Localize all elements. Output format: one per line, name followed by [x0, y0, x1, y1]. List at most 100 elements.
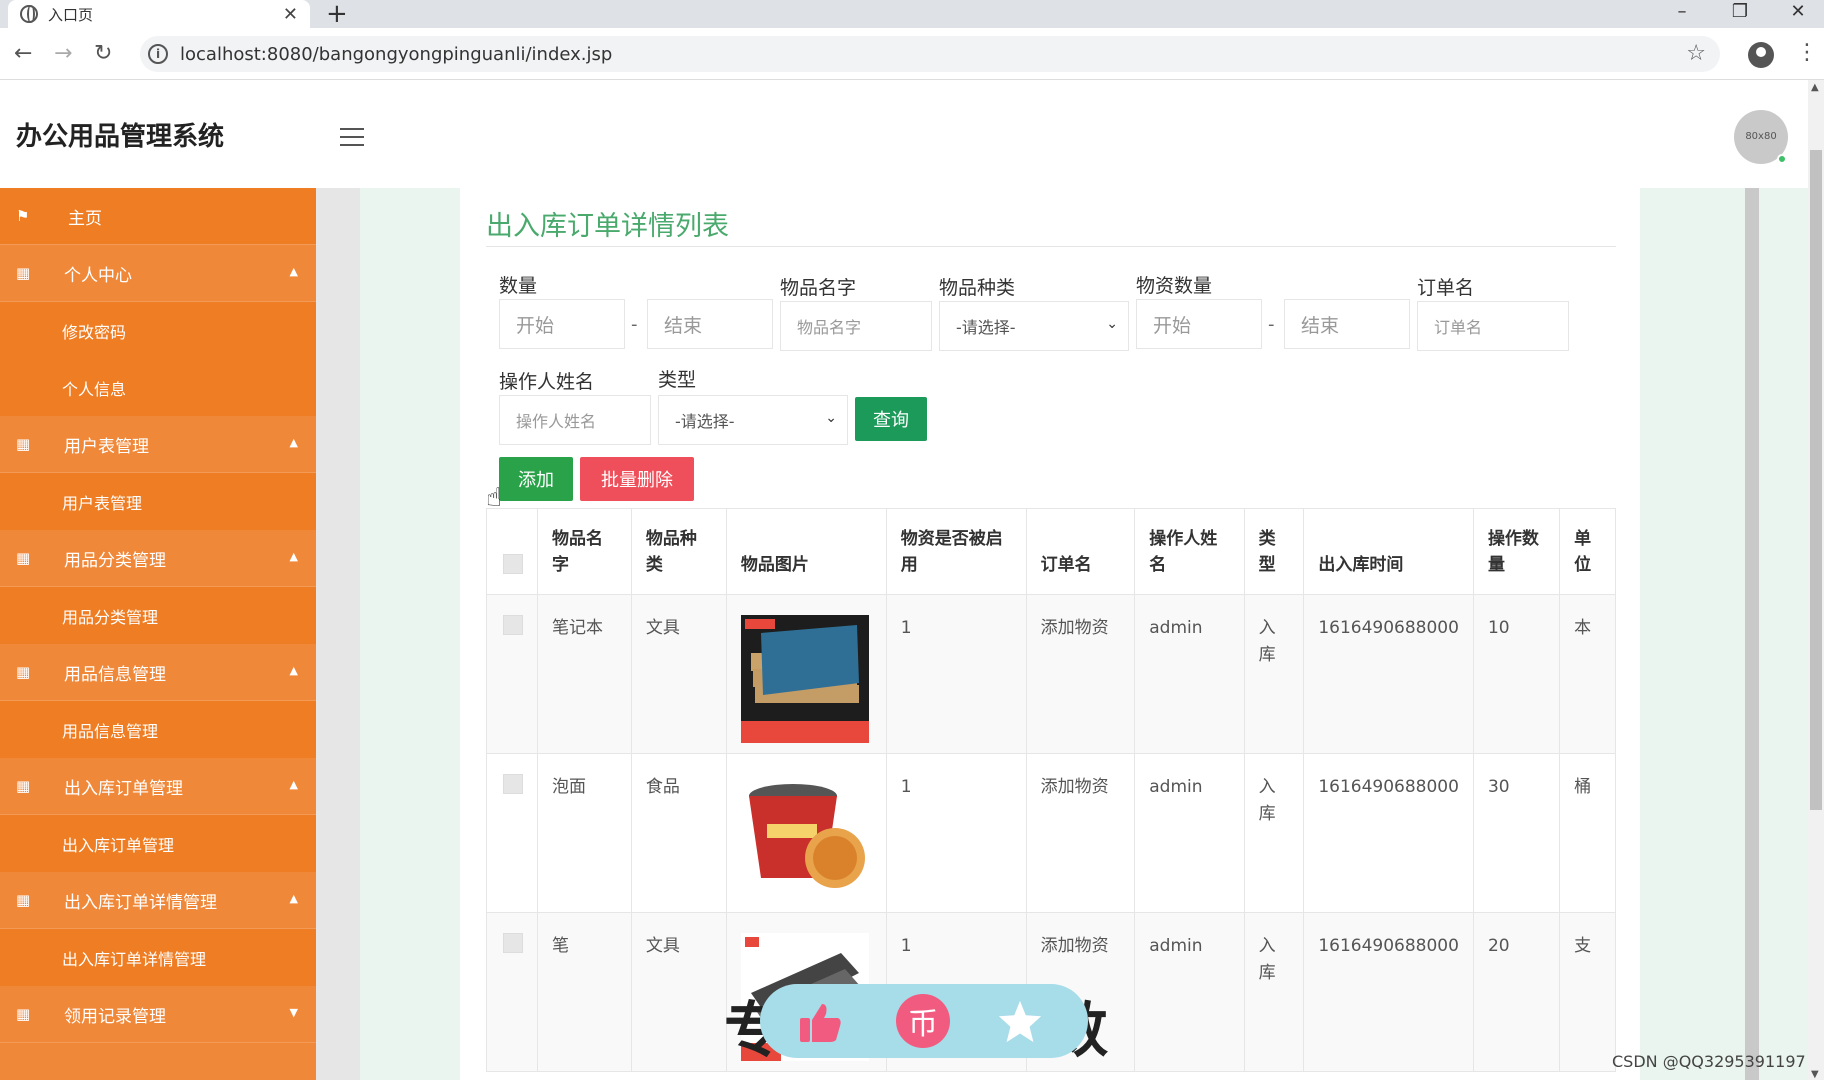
coin-icon[interactable]: 币: [896, 994, 950, 1048]
page-scrollbar[interactable]: ▲ ▼: [1808, 80, 1824, 1080]
query-button[interactable]: 查询: [855, 397, 927, 441]
inner-scrollbar[interactable]: [1745, 188, 1759, 1080]
table-row[interactable]: 笔记本 文具 1 添加物资 admin 入库 1616490688000 10 …: [486, 594, 1616, 754]
title-divider: [486, 246, 1616, 247]
tab-title: 入口页: [48, 5, 94, 24]
column-header: 操作数量: [1472, 508, 1561, 595]
window-close-icon[interactable]: ✕: [1770, 0, 1824, 28]
cell-item-name: 笔: [537, 912, 632, 1072]
type-label: 类型: [658, 369, 697, 391]
sidebar-item-category[interactable]: 用品分类管理: [0, 587, 316, 644]
select-all-cell: [486, 508, 538, 595]
globe-icon: [20, 5, 38, 23]
back-icon[interactable]: ←: [14, 41, 32, 67]
online-status-dot: [1777, 154, 1787, 164]
new-tab-plus-icon[interactable]: +: [326, 0, 348, 29]
sidebar-item-home[interactable]: ⚑ 主页: [0, 188, 316, 245]
cell-time: 1616490688000: [1303, 912, 1474, 1072]
sidebar-item-stock-order[interactable]: 出入库订单管理: [0, 815, 316, 872]
column-header: 订单名: [1025, 508, 1136, 595]
sidebar-group-usage-record[interactable]: ▦ 领用记录管理 ▼: [0, 986, 316, 1043]
sidebar-group-category[interactable]: ▦ 用品分类管理 ▲: [0, 530, 316, 587]
cell-item-name: 笔记本: [537, 594, 632, 754]
cell-category: 食品: [630, 753, 727, 913]
menu-icon[interactable]: [340, 128, 364, 152]
forward-icon[interactable]: →: [54, 41, 72, 67]
chevron-down-icon: ⌄: [1106, 316, 1118, 332]
sidebar-item-personal-info[interactable]: 个人信息: [0, 359, 316, 416]
watermark-text: CSDN @QQ3295391197: [1612, 1052, 1806, 1071]
sidebar-group-label: 个人中心: [64, 265, 132, 286]
range-dash: -: [631, 314, 638, 335]
chevron-down-icon: ⌄: [825, 410, 837, 426]
item-name-input[interactable]: 物品名字: [780, 301, 932, 351]
thumbs-up-icon[interactable]: [796, 998, 844, 1046]
sidebar-item-stock-order-detail[interactable]: 出入库订单详情管理: [0, 929, 316, 986]
star-icon[interactable]: [996, 998, 1044, 1046]
quantity-start-input[interactable]: 开始: [499, 299, 625, 349]
profile-icon[interactable]: [1748, 42, 1774, 68]
minimize-icon[interactable]: –: [1654, 0, 1710, 28]
row-select-cell: [486, 912, 538, 1072]
star-icon[interactable]: ☆: [1686, 41, 1706, 66]
cell-image: [725, 594, 887, 754]
caret-up-icon: ▲: [289, 778, 298, 791]
order-name-input[interactable]: 订单名: [1417, 301, 1569, 351]
sidebar-item-change-password[interactable]: 修改密码: [0, 302, 316, 359]
table-row[interactable]: 泡面 食品 1 添加物资 admin 入库 1616490688000 30 桶: [486, 753, 1616, 913]
scroll-down-icon[interactable]: ▼: [1811, 1069, 1819, 1080]
cell-type: 入库: [1243, 753, 1305, 913]
column-header: 物品名字: [537, 508, 632, 595]
url-field[interactable]: i localhost:8080/bangongyongpinguanli/in…: [140, 36, 1720, 72]
cell-category: 文具: [630, 594, 727, 754]
cell-operator: admin: [1134, 594, 1245, 754]
stock-end-input[interactable]: 结束: [1284, 299, 1410, 349]
info-icon[interactable]: i: [148, 44, 168, 64]
column-header: 出入库时间: [1303, 508, 1474, 595]
type-select[interactable]: -请选择- ⌄: [658, 395, 848, 445]
row-checkbox[interactable]: [503, 615, 523, 635]
sidebar-group-label: 用品信息管理: [64, 664, 166, 685]
select-all-checkbox[interactable]: [503, 554, 523, 574]
sidebar-group-item-info[interactable]: ▦ 用品信息管理 ▲: [0, 644, 316, 701]
sidebar-group-personal-center[interactable]: ▦ 个人中心 ▲: [0, 245, 316, 302]
app-header: 办公用品管理系统 80x80: [0, 80, 1808, 188]
sidebar-group-stock-order[interactable]: ▦ 出入库订单管理 ▲: [0, 758, 316, 815]
add-button[interactable]: 添加: [499, 457, 573, 501]
operator-input[interactable]: 操作人姓名: [499, 395, 651, 445]
scroll-thumb[interactable]: [1810, 150, 1822, 810]
sidebar-item-user-table[interactable]: 用户表管理: [0, 473, 316, 530]
instant-noodle-product-image: [740, 774, 869, 902]
reload-icon[interactable]: ↻: [94, 41, 112, 67]
sidebar-group-label: 用户表管理: [64, 436, 149, 457]
row-checkbox[interactable]: [503, 774, 523, 794]
column-header: 单位: [1559, 508, 1616, 595]
column-header: 物资是否被启用: [885, 508, 1027, 595]
sidebar-group-user-table[interactable]: ▦ 用户表管理 ▲: [0, 416, 316, 473]
sidebar-group-stock-order-detail[interactable]: ▦ 出入库订单详情管理 ▲: [0, 872, 316, 929]
grid-icon: ▦: [16, 663, 31, 681]
cell-unit: 支: [1559, 912, 1616, 1072]
grid-icon: ▦: [16, 1005, 31, 1023]
table-header-row: 物品名字 物品种类 物品图片 物资是否被启用 订单名 操作人姓名 类型 出入库时…: [486, 508, 1616, 595]
browser-tab[interactable]: 入口页 ✕: [8, 0, 310, 28]
caret-up-icon: ▲: [289, 664, 298, 677]
cell-item-name: 泡面: [537, 753, 632, 913]
address-bar: ← → ↻ i localhost:8080/bangongyongpingua…: [0, 28, 1824, 80]
quantity-end-input[interactable]: 结束: [647, 299, 773, 349]
close-icon[interactable]: ✕: [283, 4, 298, 25]
range-dash: -: [1268, 314, 1275, 335]
row-checkbox[interactable]: [503, 933, 523, 953]
stock-start-input[interactable]: 开始: [1136, 299, 1262, 349]
restore-icon[interactable]: ❐: [1712, 0, 1768, 28]
column-header: 操作人姓名: [1134, 508, 1245, 595]
scroll-up-icon[interactable]: ▲: [1811, 82, 1819, 93]
batch-delete-button[interactable]: 批量删除: [580, 457, 694, 501]
quantity-label: 数量: [499, 275, 538, 297]
type-select-value: -请选择-: [675, 412, 735, 431]
more-menu-icon[interactable]: ⋮: [1796, 40, 1818, 65]
sidebar-group-label: 出入库订单详情管理: [64, 892, 217, 913]
category-select[interactable]: -请选择- ⌄: [939, 301, 1129, 351]
sidebar-item-item-info[interactable]: 用品信息管理: [0, 701, 316, 758]
cell-order-name: 添加物资: [1025, 753, 1136, 913]
